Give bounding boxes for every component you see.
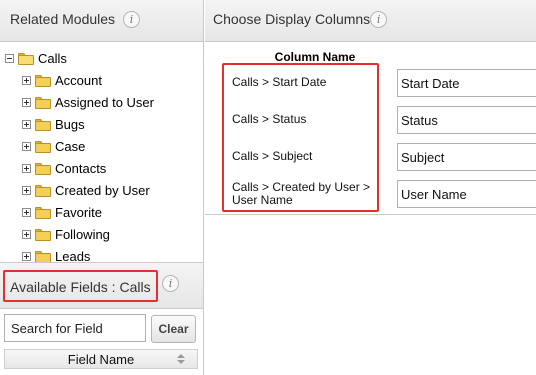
expand-icon[interactable]: [22, 142, 31, 151]
column-display-name-input[interactable]: [397, 143, 536, 171]
tree-item-label: Favorite: [55, 205, 102, 220]
tree-item-label: Leads: [55, 249, 91, 262]
expand-icon[interactable]: [22, 164, 31, 173]
tree-item-label: Account: [55, 73, 102, 88]
column-display-name-input[interactable]: [397, 180, 536, 208]
info-icon[interactable]: i: [162, 275, 179, 292]
folder-open-icon: [18, 53, 34, 65]
clear-button[interactable]: Clear: [151, 315, 196, 343]
column-path-label: Calls > Created by User > User Name: [232, 180, 371, 207]
expand-icon[interactable]: [22, 98, 31, 107]
sort-icon[interactable]: [177, 354, 185, 365]
folder-icon: [35, 163, 51, 175]
expand-icon[interactable]: [22, 186, 31, 195]
column-path-label: Calls > Start Date: [232, 75, 327, 89]
tree-item-label: Contacts: [55, 161, 107, 176]
column-display-name-input[interactable]: [397, 106, 536, 134]
expand-icon[interactable]: [22, 252, 31, 261]
highlight-box: [3, 270, 158, 302]
tree-item-label: Calls: [38, 51, 67, 66]
expand-icon[interactable]: [22, 230, 31, 239]
info-icon[interactable]: i: [370, 11, 388, 28]
folder-icon: [35, 229, 51, 241]
display-columns-title: Choose Display Columns: [213, 11, 371, 27]
related-modules-tree: Calls Account Assigned to User Bugs Case…: [0, 44, 203, 262]
folder-icon: [35, 119, 51, 131]
expand-icon[interactable]: [22, 208, 31, 217]
folder-icon: [35, 185, 51, 197]
tree-item-label: Created by User: [55, 183, 150, 198]
tree-item-label: Following: [55, 227, 110, 242]
search-field-input[interactable]: [4, 314, 146, 342]
column-name-header: Column Name: [274, 50, 356, 64]
left-column: Related Modules i Calls Account Assigned…: [0, 0, 204, 375]
folder-icon: [35, 97, 51, 109]
info-icon[interactable]: i: [122, 11, 140, 28]
folder-icon: [35, 75, 51, 87]
tree-item-label: Assigned to User: [55, 95, 154, 110]
column-path-label: Calls > Subject: [232, 149, 313, 163]
field-name-column-header[interactable]: Field Name: [4, 349, 198, 369]
tree-item-label: Case: [55, 139, 86, 154]
related-modules-header: Related Modules i: [0, 0, 203, 42]
expand-icon[interactable]: [22, 76, 31, 85]
folder-icon: [35, 141, 51, 153]
related-modules-title: Related Modules: [10, 11, 116, 27]
folder-icon: [35, 207, 51, 219]
field-name-header-label: Field Name: [67, 352, 135, 367]
tree-item-label: Bugs: [55, 117, 85, 132]
display-columns-header: Choose Display Columns i: [205, 0, 536, 42]
collapse-icon[interactable]: [5, 54, 14, 63]
folder-icon: [35, 251, 51, 262]
expand-icon[interactable]: [22, 120, 31, 129]
column-display-name-input[interactable]: [397, 69, 536, 97]
column-path-label: Calls > Status: [232, 112, 307, 126]
display-columns-panel: Choose Display Columns i Column Name Call…: [205, 0, 536, 215]
